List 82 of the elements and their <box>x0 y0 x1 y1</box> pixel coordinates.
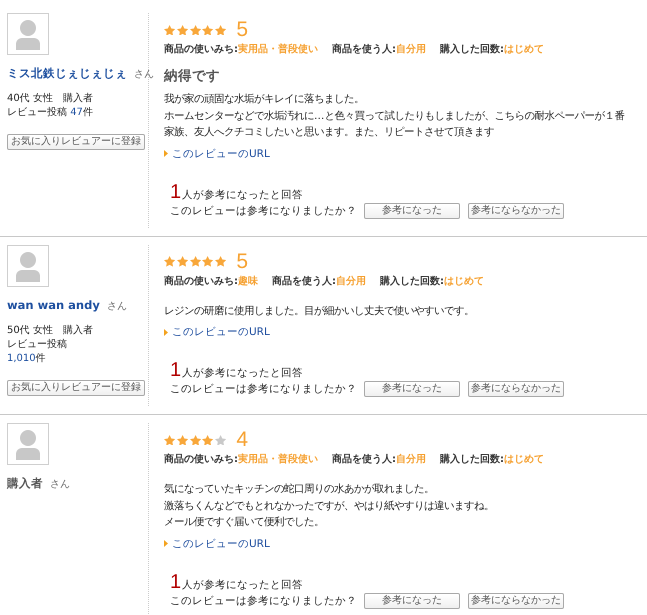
count-unit-label: 件 <box>82 107 93 118</box>
vote-button[interactable]: 参考になった <box>364 381 460 397</box>
detail-label: 商品の使いみち: <box>164 454 238 465</box>
star-icon <box>190 24 201 36</box>
vote-question: このレビューは参考になりましたか？ <box>170 382 357 396</box>
detail-label: 商品の使いみち: <box>164 44 238 55</box>
detail-label: 商品を使う人: <box>332 44 396 55</box>
honorific-label: さん <box>50 479 70 490</box>
review-body: 気になっていたキッチンの蛇口周りの水あかが取れました。 激落ちくんなどでもとれなかったですが、やはり紙やすりは違いますね。 メール便ですぐ届いて便利でした。 <box>164 482 495 530</box>
vote-question: このレビューは参考になりましたか？ <box>170 594 357 608</box>
triangle-bullet-icon <box>164 540 168 547</box>
buyer-status-label: 購入者 <box>63 324 94 336</box>
detail-value: 実用品・普段使い <box>238 44 318 55</box>
reviewer-name: 購入者 <box>7 476 43 490</box>
detail-value: はじめて <box>504 454 544 465</box>
follow-reviewer-button[interactable]: お気に入りレビュアーに登録 <box>7 380 145 396</box>
star-icon <box>176 434 188 446</box>
star-icon <box>202 256 214 267</box>
person-silhouette-icon <box>7 13 49 55</box>
count-unit-label: 件 <box>36 352 46 364</box>
follow-reviewer-button[interactable]: お気に入りレビュアーに登録 <box>7 134 145 150</box>
review-body: レジンの研磨に使用しました。目が細かいし丈夫で使いやすいです。 <box>164 304 475 318</box>
rating-score: 4 <box>236 428 248 452</box>
star-icon <box>202 24 214 36</box>
reviewer-name-link[interactable]: ミス北鉄じぇじぇじぇ <box>7 66 127 80</box>
star-icon <box>164 256 176 267</box>
detail-value: 自分用 <box>336 276 366 286</box>
review-posts-label: レビュー投稿 <box>7 338 67 350</box>
triangle-bullet-icon <box>164 328 168 336</box>
age-gender-label: 50代 女性 <box>7 324 53 336</box>
review-body: 我が家の頑固な水垢がキレイに落ちました。 ホームセンターなどで水垢汚れに…と色々買って試したりもしましたが、こちらの耐水ペーパーが１番 家族、友人へクチコミしたいと思います。また、リピートさせて頂きます <box>164 92 626 140</box>
detail-value: はじめて <box>504 44 544 55</box>
helpful-count: 1 <box>170 180 182 202</box>
helpful-count: 1 <box>170 570 182 592</box>
triangle-bullet-icon <box>164 150 168 157</box>
rating-score: 5 <box>236 250 248 274</box>
person-silhouette-icon <box>7 244 49 286</box>
star-icon <box>164 24 176 36</box>
detail-label: 購入した回数: <box>440 454 504 465</box>
review-count-link[interactable]: 47 <box>70 107 83 118</box>
buyer-status-label: 購入者 <box>63 93 94 104</box>
vote-button[interactable]: 参考になった <box>364 592 460 608</box>
star-icon <box>176 256 188 267</box>
star-icon <box>215 256 226 267</box>
age-gender-label: 40代 女性 <box>7 93 53 104</box>
review-title: 納得です <box>164 67 221 85</box>
helpful-text: 人が参考になったと回答 <box>182 188 304 202</box>
detail-label: 商品を使う人: <box>272 276 336 286</box>
detail-label: 購入した回数: <box>380 276 444 286</box>
vote-question: このレビューは参考になりましたか？ <box>170 204 357 218</box>
review-url-link[interactable]: このレビューのURL <box>172 325 270 339</box>
helpful-text: 人が参考になったと回答 <box>182 366 304 380</box>
review-posts-label: レビュー投稿 <box>7 107 67 118</box>
vote-button[interactable]: 参考にならなかった <box>468 381 564 397</box>
honorific-label: さん <box>134 69 154 80</box>
star-icon <box>215 24 226 36</box>
star-icon <box>176 24 188 36</box>
detail-value: 自分用 <box>396 454 426 465</box>
vote-button[interactable]: 参考にならなかった <box>468 202 564 218</box>
detail-value: 趣味 <box>238 276 258 286</box>
honorific-label: さん <box>106 300 127 312</box>
star-icon <box>190 256 201 267</box>
detail-label: 商品の使いみち: <box>164 276 238 286</box>
star-icon <box>190 434 201 446</box>
star-icon <box>202 434 214 446</box>
detail-label: 購入した回数: <box>440 44 504 55</box>
reviewer-name-link[interactable]: wan wan andy <box>7 298 100 312</box>
detail-label: 商品を使う人: <box>332 454 396 465</box>
vote-button[interactable]: 参考にならなかった <box>468 592 564 608</box>
star-icon <box>164 434 176 446</box>
review-count-link[interactable]: 1,010 <box>7 352 36 364</box>
review-url-link[interactable]: このレビューのURL <box>172 536 270 550</box>
helpful-text: 人が参考になったと回答 <box>182 578 304 592</box>
review-url-link[interactable]: このレビューのURL <box>172 146 270 160</box>
detail-value: 実用品・普段使い <box>238 454 318 465</box>
star-icon <box>215 434 226 446</box>
person-silhouette-icon <box>7 423 49 465</box>
detail-value: はじめて <box>444 276 484 286</box>
vote-button[interactable]: 参考になった <box>364 202 460 218</box>
helpful-count: 1 <box>170 359 182 381</box>
rating-score: 5 <box>236 18 248 42</box>
detail-value: 自分用 <box>396 44 426 55</box>
